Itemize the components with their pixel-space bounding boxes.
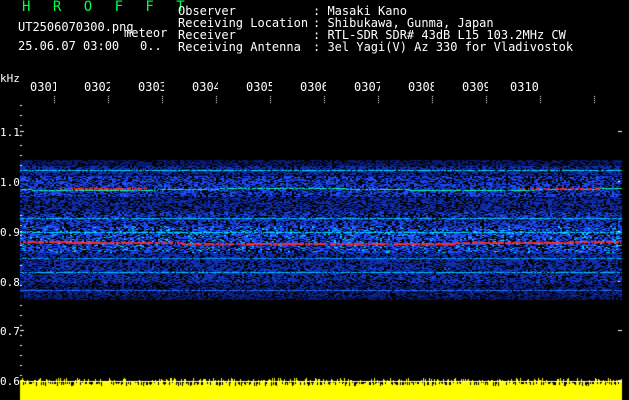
x-tick-label: 0302 [84,80,110,94]
x-tick-label: 0307 [354,80,380,94]
y-axis-unit: kHz [0,72,20,85]
x-tick-label: 0309 [462,80,488,94]
count-label: 0.. [140,39,162,53]
y-tick-label: 1.1 [0,126,20,139]
x-tick-label: 0310 [510,80,539,94]
station-title: H R O F F T [22,0,192,15]
x-tick-label: 0301 [30,80,56,94]
x-tick-label: 0306 [300,80,326,94]
y-tick-label: 0.6 [0,375,20,388]
x-tick-label: 0305 [246,80,272,94]
meta-row-antenna: Receiving Antenna: 3el Yagi(V) Az 330 fo… [178,40,574,54]
x-tick-label: 0303 [138,80,164,94]
datetime-label: 25.06.07 03:00 [18,39,120,53]
y-tick-label: 0.8 [0,276,20,289]
x-tick-label: 0304 [192,80,218,94]
y-tick-label: 0.7 [0,325,20,338]
filename-label: UT2506070300.png [18,20,134,34]
filename-tag: meteor [124,26,168,40]
observation-metadata: Observer: Masaki Kano Receiving Location… [178,5,573,53]
waterfall-spectrogram [0,0,629,400]
y-tick-label: 0.9 [0,226,20,239]
y-tick-label: 1.0 [0,176,20,189]
x-tick-label: 0308 [408,80,434,94]
